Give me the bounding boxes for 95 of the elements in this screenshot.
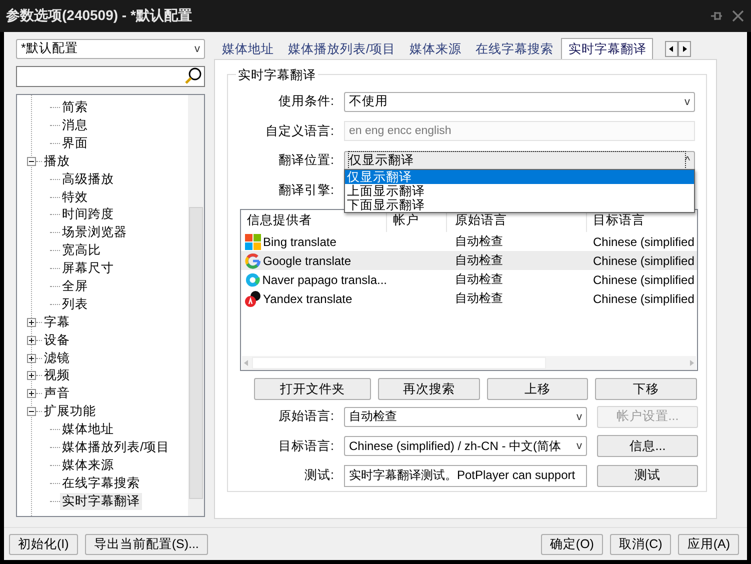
expander-icon[interactable] xyxy=(27,318,36,327)
field-label: 翻译位置: xyxy=(278,152,334,170)
test-button[interactable]: 测试 xyxy=(597,464,698,487)
language-field[interactable]: en eng encc english xyxy=(344,121,695,142)
scrollbar[interactable] xyxy=(188,94,204,516)
tab[interactable]: 在线字幕搜索 xyxy=(469,40,560,59)
condition-dropdown[interactable]: 不使用 v xyxy=(344,92,695,112)
table-cell-text: Chinese (simplified xyxy=(592,254,696,268)
action-button[interactable]: 打开文件夹 xyxy=(254,378,371,400)
action-button[interactable]: 上移 xyxy=(487,378,588,400)
dropdown-option[interactable]: 下面显示翻译 xyxy=(345,198,694,212)
four-squares-icon xyxy=(245,234,261,250)
footer-button[interactable]: 确定(O) xyxy=(540,534,603,554)
tree-item[interactable]: 声音 xyxy=(42,385,72,402)
tree-item[interactable]: 在线字幕搜索 xyxy=(60,474,142,492)
tree-item[interactable]: 视频 xyxy=(42,367,72,384)
column-header[interactable]: 信息提供者 xyxy=(241,212,387,232)
tree-item[interactable]: 媒体播放列表/项目 xyxy=(60,439,172,456)
test-field[interactable]: 实时字幕翻译测试。PotPlayer can support xyxy=(344,464,587,487)
field-label: 使用条件: xyxy=(278,93,334,110)
column-header[interactable]: 目标语言 xyxy=(587,212,697,232)
search-field[interactable] xyxy=(16,66,205,87)
list-row[interactable]: Bing translate 自动检查 Chinese (simplified xyxy=(241,232,697,251)
tree-item[interactable]: 播放 xyxy=(42,152,72,170)
expander-icon[interactable] xyxy=(27,371,36,380)
tree-item[interactable]: 简索 xyxy=(60,99,90,116)
footer-button[interactable]: 初始化(I) xyxy=(9,534,78,554)
field-label: 自定义语言: xyxy=(264,122,334,140)
tree-item[interactable]: 滤镜 xyxy=(42,350,72,367)
language-dropdown[interactable]: 自动检查 v xyxy=(344,406,587,427)
table-cell-text: 自动检查 xyxy=(454,233,504,250)
tree-item[interactable]: 媒体来源 xyxy=(60,456,116,474)
tree-item[interactable]: 全屏 xyxy=(60,278,90,296)
info-button[interactable]: 信息... xyxy=(597,435,698,458)
table-cell-text: Chinese (simplified xyxy=(592,272,696,286)
tree-item[interactable]: 时间跨度 xyxy=(60,206,116,224)
pin-icon[interactable] xyxy=(709,9,723,23)
double-circle-icon xyxy=(245,290,261,306)
table-cell-text: Chinese (simplified xyxy=(592,234,696,248)
scroll-left-icon[interactable] xyxy=(665,41,678,57)
expander-icon[interactable] xyxy=(27,336,36,345)
colored-ring-icon xyxy=(245,252,261,268)
expander-icon[interactable] xyxy=(27,407,36,416)
footer-button[interactable]: 取消(C) xyxy=(610,534,672,554)
profile-dropdown[interactable]: *默认配置 v xyxy=(16,39,205,59)
provider-name: Yandex translate xyxy=(263,292,352,306)
expander-icon[interactable] xyxy=(27,389,36,398)
search-icon[interactable] xyxy=(184,67,202,86)
close-icon[interactable] xyxy=(731,9,745,23)
tree-item[interactable]: 媒体地址 xyxy=(60,421,116,438)
tree-item[interactable]: 场景浏览器 xyxy=(60,224,129,242)
column-header[interactable]: 原始语言 xyxy=(447,212,587,232)
table-cell-text: 自动检查 xyxy=(454,252,504,269)
dropdown-option[interactable]: 上面显示翻译 xyxy=(345,184,694,198)
dropdown-option[interactable]: 仅显示翻译 xyxy=(345,170,694,184)
field-label: 目标语言: xyxy=(278,438,334,455)
tree-item[interactable]: 特效 xyxy=(60,188,90,206)
field-label: 翻译引擎: xyxy=(278,182,334,199)
footer-button[interactable]: 导出当前配置(S)... xyxy=(84,534,208,554)
group-title: 实时字幕翻译 xyxy=(236,67,318,84)
field-label: 原始语言: xyxy=(278,408,334,426)
action-button[interactable]: 再次搜索 xyxy=(378,378,480,400)
tab[interactable]: 实时字幕翻译 xyxy=(561,38,654,59)
language-dropdown[interactable]: Chinese (simplified) / zh-CN - 中文(简体 v xyxy=(344,436,587,456)
scroll-right-icon[interactable] xyxy=(678,41,692,57)
expander-icon[interactable] xyxy=(27,156,36,166)
action-button[interactable]: 下移 xyxy=(595,378,697,400)
provider-name: Naver papago transla... xyxy=(262,272,387,286)
list-row[interactable]: Naver papago transla... 自动检查 Chinese (simplified xyxy=(241,270,697,289)
list-row[interactable]: Yandex translate 自动检查 Chinese (simplified xyxy=(241,289,697,308)
provider-name: Google translate xyxy=(263,254,352,268)
field-label: 测试: xyxy=(304,467,334,484)
expander-icon[interactable] xyxy=(27,354,36,363)
tree-item[interactable]: 字幕 xyxy=(42,314,72,331)
tree-item[interactable]: 消息 xyxy=(60,117,90,134)
tree-item[interactable]: 实时字幕翻译 xyxy=(60,492,142,510)
list-row[interactable]: Google translate 自动检查 Chinese (simplified xyxy=(241,251,697,270)
tree-item[interactable]: 界面 xyxy=(60,134,90,152)
speech-bubble-icon xyxy=(245,272,260,288)
tree-item[interactable]: 屏幕尺寸 xyxy=(60,260,116,278)
tab[interactable]: 媒体播放列表/项目 xyxy=(282,40,402,59)
tree-item[interactable]: 列表 xyxy=(60,296,90,313)
tree-item[interactable]: 扩展功能 xyxy=(42,403,98,420)
tab[interactable]: 媒体来源 xyxy=(403,40,468,59)
tree-item[interactable]: 设备 xyxy=(42,332,72,349)
column-header[interactable]: 帐户 xyxy=(387,212,447,232)
footer-button[interactable]: 应用(A) xyxy=(678,534,739,554)
window-title: 参数选项(240509) - *默认配置 xyxy=(6,7,192,25)
tree-item[interactable]: 高级播放 xyxy=(60,170,116,188)
table-cell-text: 自动检查 xyxy=(454,290,504,307)
provider-name: Bing translate xyxy=(263,234,336,248)
table-cell-text: 自动检查 xyxy=(454,271,504,288)
tree-item[interactable]: 宽高比 xyxy=(60,242,103,260)
tab[interactable]: 媒体地址 xyxy=(216,40,280,59)
table-cell-text: Chinese (simplified xyxy=(592,292,696,306)
